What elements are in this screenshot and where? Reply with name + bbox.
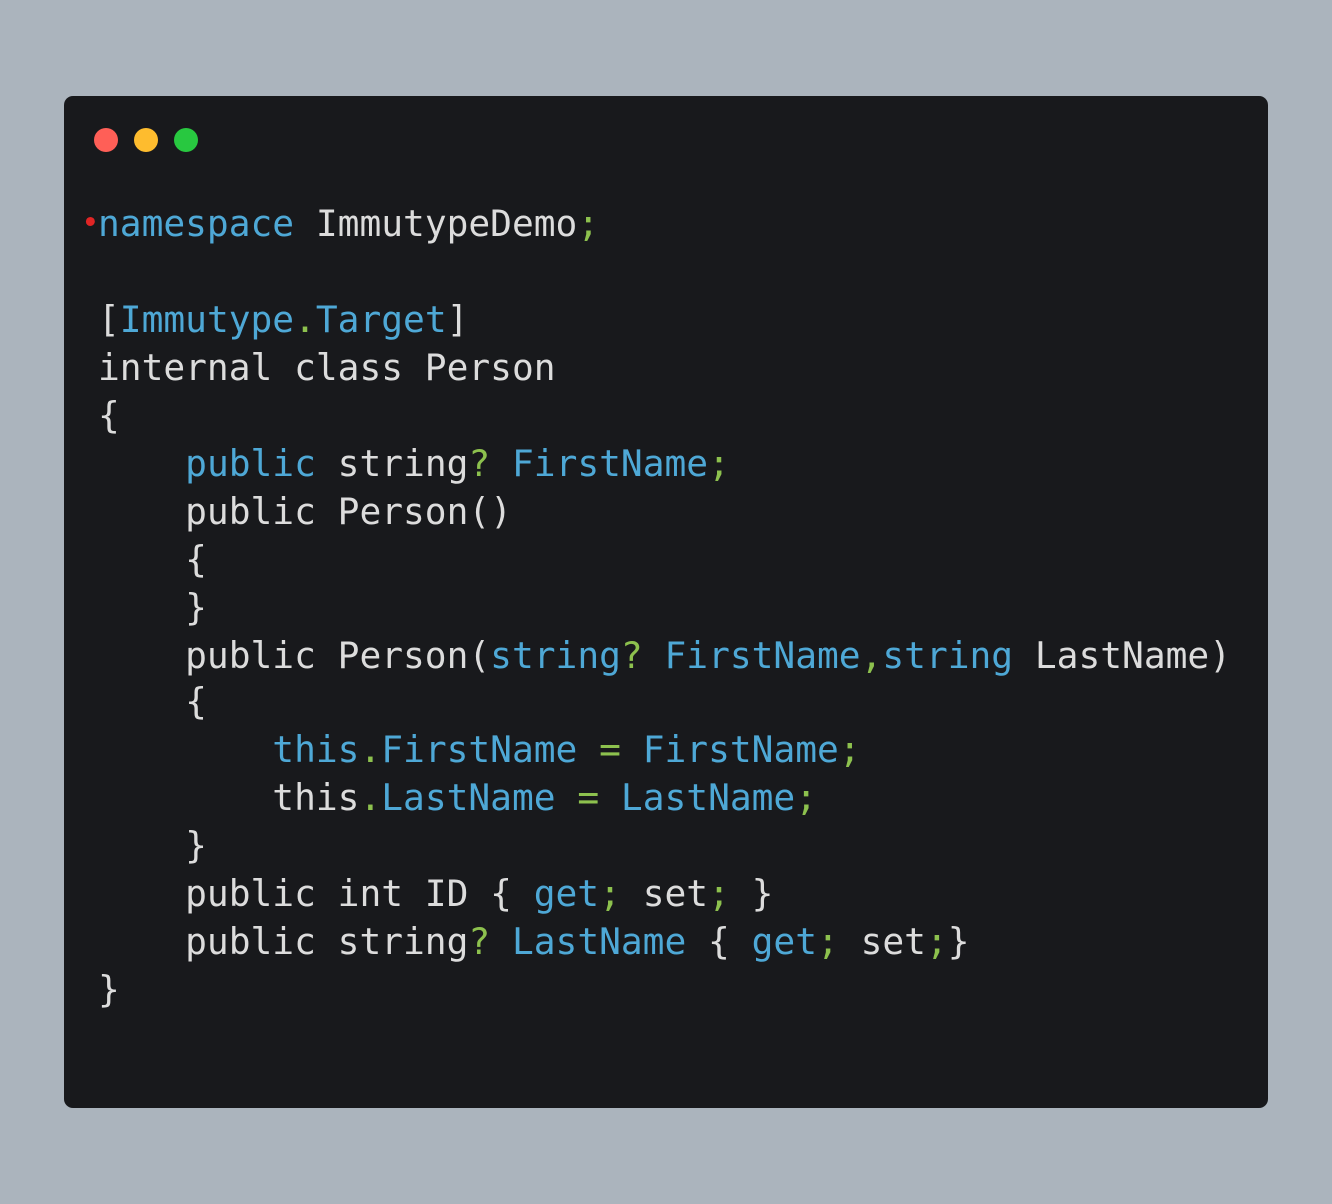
- code-token: FirstName: [490, 442, 709, 485]
- code-token: }: [98, 824, 207, 867]
- code-token: get: [751, 920, 818, 963]
- code-line: public Person(string? FirstName,string L…: [98, 632, 1231, 680]
- code-line: this.LastName = LastName;: [98, 774, 817, 822]
- code-token: }: [947, 920, 970, 963]
- code-token: string: [490, 634, 621, 677]
- code-line: }: [98, 584, 207, 632]
- code-token: .: [359, 776, 382, 819]
- code-line: public int ID { get; set; }: [98, 870, 773, 918]
- code-line: {: [98, 678, 207, 726]
- code-token: }: [729, 872, 774, 915]
- code-token: ;: [599, 872, 621, 915]
- code-line: • namespace ImmutypeDemo;: [81, 200, 600, 248]
- code-token: get: [533, 872, 600, 915]
- code-token: {: [686, 920, 752, 963]
- code-token: ;: [838, 728, 861, 771]
- code-token: FirstName: [381, 728, 578, 771]
- code-token: ;: [708, 872, 730, 915]
- code-token: ;: [708, 442, 730, 485]
- code-token: ;: [817, 920, 839, 963]
- code-line: {: [98, 392, 120, 440]
- code-token: public Person(): [98, 490, 512, 533]
- code-token: namespace: [98, 202, 295, 245]
- code-token: LastName: [599, 776, 796, 819]
- code-line: {: [98, 536, 207, 584]
- code-token: internal class Person: [98, 346, 556, 389]
- code-token: }: [98, 586, 207, 629]
- code-token: Target: [315, 298, 447, 341]
- code-token: ?: [468, 442, 491, 485]
- code-token: string: [882, 634, 1014, 677]
- code-token: LastName): [1013, 634, 1231, 677]
- code-token: public: [185, 442, 316, 485]
- code-token: LastName: [381, 776, 556, 819]
- code-line: public string? FirstName;: [98, 440, 730, 488]
- code-token: set: [620, 872, 709, 915]
- code-token: {: [98, 680, 207, 723]
- code-token: this: [98, 776, 360, 819]
- code-token: {: [98, 394, 120, 437]
- code-token: {: [98, 538, 207, 581]
- code-token: [: [98, 298, 120, 341]
- code-token: FirstName: [642, 634, 861, 677]
- code-token: public string: [98, 920, 469, 963]
- code-token: Immutype: [119, 298, 295, 341]
- code-token: ;: [577, 202, 600, 245]
- code-token: ImmutypeDemo: [294, 202, 578, 245]
- code-line: this.FirstName = FirstName;: [98, 726, 861, 774]
- code-line: public string? LastName { get; set;}: [98, 918, 970, 966]
- close-window-dot[interactable]: [94, 128, 118, 152]
- code-token: }: [98, 968, 120, 1011]
- code-line: }: [98, 822, 207, 870]
- code-token: ]: [446, 298, 469, 341]
- code-window: • namespace ImmutypeDemo; [Immutype.Target…: [64, 96, 1268, 1108]
- breakpoint-marker: •: [81, 205, 100, 241]
- code-token: .: [294, 298, 316, 341]
- code-token: this: [272, 728, 360, 771]
- code-token: ,: [860, 634, 883, 677]
- code-token: .: [359, 728, 382, 771]
- code-token: public Person(: [98, 634, 491, 677]
- code-line: internal class Person: [98, 344, 556, 392]
- code-line: [Immutype.Target]: [98, 296, 468, 344]
- code-token: ;: [925, 920, 948, 963]
- minimize-window-dot[interactable]: [134, 128, 158, 152]
- code-token: public int ID {: [98, 872, 534, 915]
- code-token: ?: [468, 920, 491, 963]
- maximize-window-dot[interactable]: [174, 128, 198, 152]
- code-token: ;: [795, 776, 818, 819]
- code-token: set: [838, 920, 926, 963]
- code-token: string: [315, 442, 469, 485]
- code-token: =: [599, 728, 621, 771]
- code-token: FirstName: [620, 728, 839, 771]
- code-line: public Person(): [98, 488, 512, 536]
- code-line: }: [98, 966, 120, 1014]
- code-token: LastName: [490, 920, 687, 963]
- code-token: =: [577, 776, 600, 819]
- code-token: ?: [620, 634, 643, 677]
